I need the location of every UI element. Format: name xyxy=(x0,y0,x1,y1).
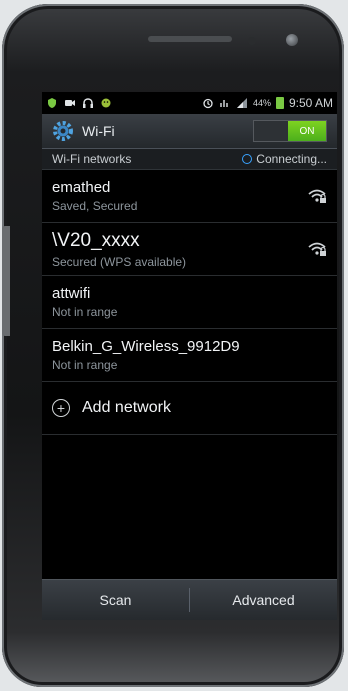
bottom-action-bar: Scan Advanced xyxy=(42,579,337,620)
front-camera xyxy=(286,34,298,46)
gear-icon xyxy=(53,121,73,141)
network-status: Saved, Secured xyxy=(52,199,138,213)
advanced-button[interactable]: Advanced xyxy=(190,580,337,620)
status-bar: 44% 9:50 AM xyxy=(42,92,337,114)
sensor xyxy=(248,37,256,45)
network-status: Not in range xyxy=(52,305,118,319)
side-button xyxy=(2,226,10,336)
wifi-header: Wi-Fi ON xyxy=(42,114,337,149)
shield-icon xyxy=(48,98,56,108)
wifi-lock-icon xyxy=(308,189,326,203)
battery-icon xyxy=(275,97,284,109)
network-name: attwifi xyxy=(52,285,91,302)
status-time: 9:50 AM xyxy=(288,96,333,110)
connecting-icon xyxy=(242,154,253,164)
phone-device: 44% 9:50 AM Wi-Fi ON Wi-Fi networks Conn… xyxy=(2,4,344,687)
connecting-status: Connecting... xyxy=(242,152,327,166)
network-name: emathed xyxy=(52,179,111,196)
network-name: \V20_xxxx xyxy=(52,229,140,251)
video-icon xyxy=(65,100,75,106)
alarm-icon xyxy=(203,98,213,109)
add-network-label: Add network xyxy=(82,399,171,416)
android-icon xyxy=(101,98,111,108)
network-item-emathed[interactable]: emathed Saved, Secured xyxy=(42,170,337,223)
page-title: Wi-Fi xyxy=(82,123,115,139)
battery-percent: 44% xyxy=(252,98,271,108)
plus-icon: + xyxy=(52,399,70,417)
network-item-attwifi[interactable]: attwifi Not in range xyxy=(42,276,337,329)
connecting-text: Connecting... xyxy=(256,152,327,166)
wifi-lock-icon xyxy=(308,242,326,256)
headphones-icon xyxy=(83,98,93,108)
network-status: Not in range xyxy=(52,358,118,372)
network-status: Secured (WPS available) xyxy=(52,254,187,269)
network-icon xyxy=(220,100,228,107)
add-network-button[interactable]: + Add network xyxy=(42,382,337,435)
network-item-belkin[interactable]: Belkin_G_Wireless_9912D9 Not in range xyxy=(42,329,337,382)
speaker xyxy=(148,36,232,42)
wifi-toggle[interactable]: ON xyxy=(253,120,327,142)
signal-icon xyxy=(236,98,247,108)
section-title: Wi-Fi networks xyxy=(52,152,132,166)
network-name: Belkin_G_Wireless_9912D9 xyxy=(52,338,240,355)
toggle-on-label: ON xyxy=(288,121,326,141)
network-item-v20[interactable]: \V20_xxxx Secured (WPS available) xyxy=(42,223,337,276)
screen: 44% 9:50 AM Wi-Fi ON Wi-Fi networks Conn… xyxy=(42,92,337,620)
wifi-networks-header: Wi-Fi networks Connecting... xyxy=(42,149,337,170)
scan-button[interactable]: Scan xyxy=(42,580,189,620)
